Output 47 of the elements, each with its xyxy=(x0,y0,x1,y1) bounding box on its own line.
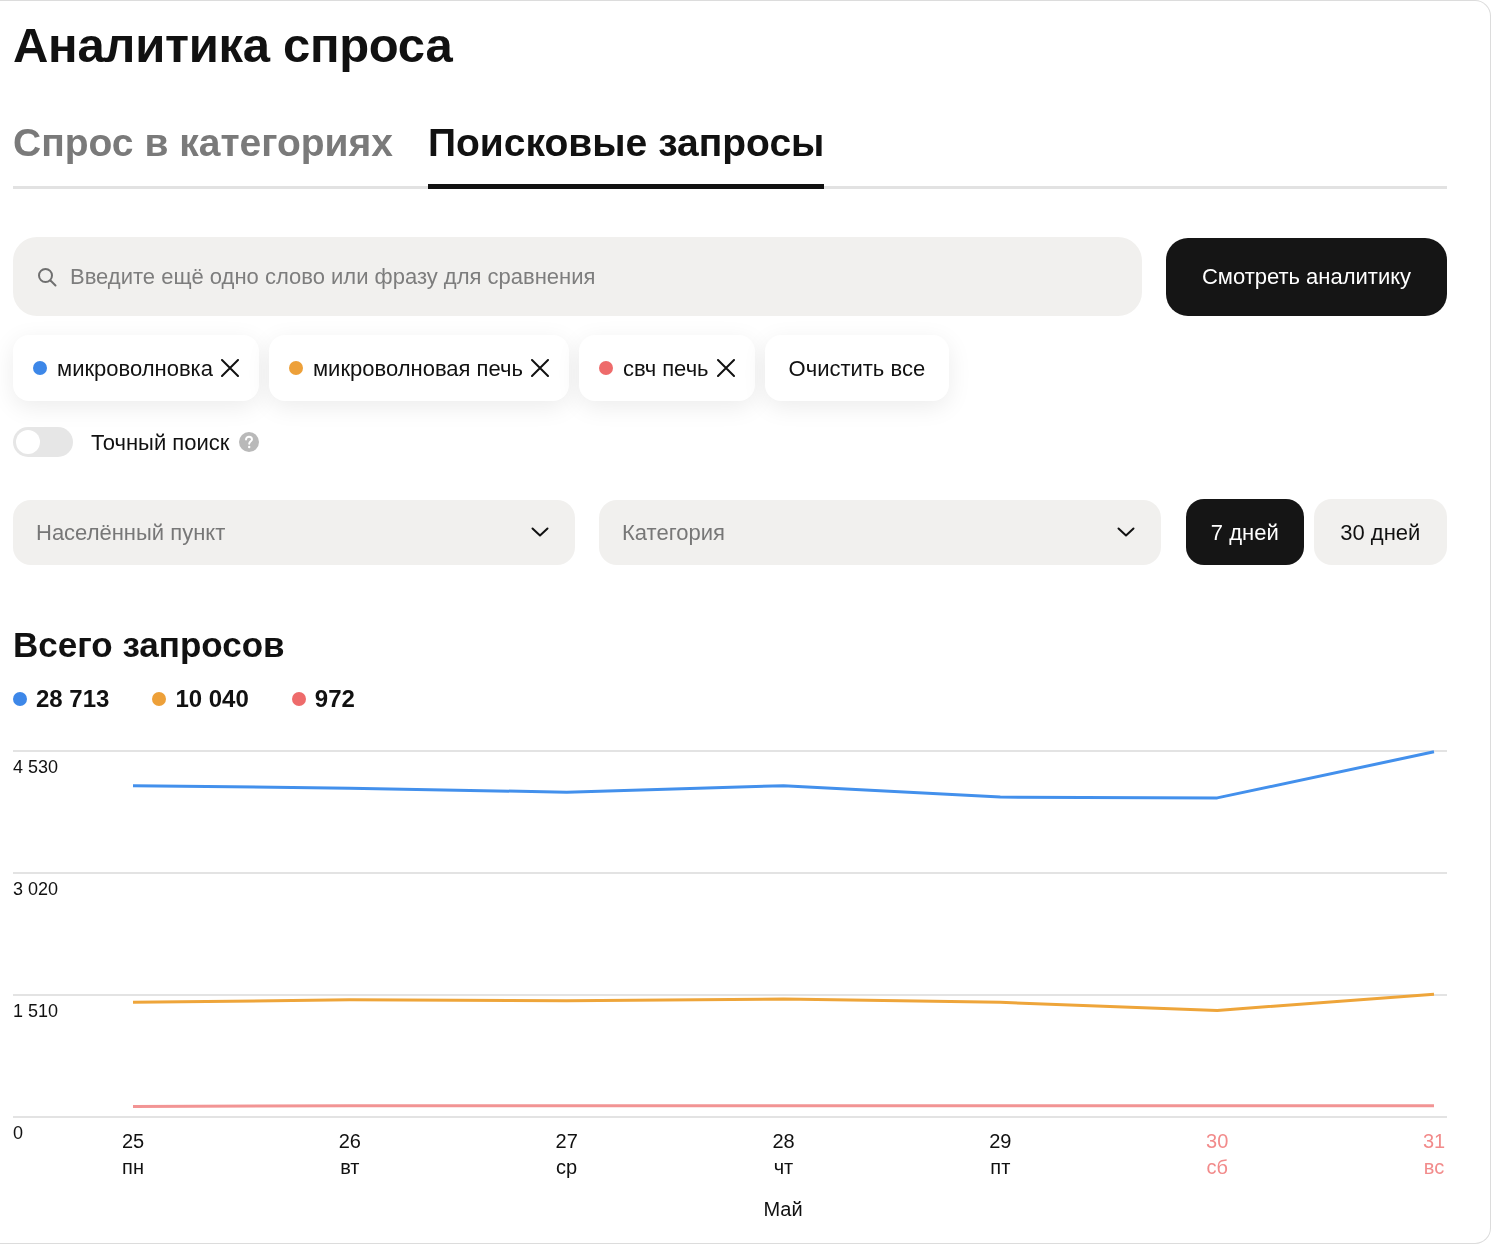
search-icon xyxy=(37,267,57,287)
month-label: Май xyxy=(763,1198,803,1220)
y-tick-label: 4 530 xyxy=(13,757,59,777)
period-button[interactable]: 30 дней xyxy=(1313,499,1447,565)
weekday-label: чт xyxy=(773,1156,794,1178)
close-icon xyxy=(530,359,549,377)
query-text: свч печь xyxy=(622,354,709,383)
x-date-label: 25 xyxy=(121,1130,145,1152)
period-button[interactable]: 7 дней xyxy=(1186,499,1304,565)
chevron-down-icon xyxy=(1117,527,1135,537)
total-count: 28 713 xyxy=(36,684,110,714)
x-date-label: 28 xyxy=(772,1130,795,1152)
clear-all-button[interactable]: Очистить все xyxy=(764,335,950,401)
search-field[interactable]: Введите ещё одно слово или фразу для сравнения xyxy=(13,237,1142,316)
page-title: Аналитика спроса xyxy=(13,17,454,74)
y-tick-label: 3 020 xyxy=(13,879,59,899)
tab[interactable]: Поисковые запросы xyxy=(428,119,825,189)
y-tick-label: 0 xyxy=(13,1123,23,1143)
query-text: микроволновая печь xyxy=(312,354,523,383)
tab[interactable]: Спрос в категориях xyxy=(13,119,393,189)
x-date-label: 30 xyxy=(1206,1130,1229,1152)
weekday-label: пт xyxy=(990,1156,1011,1178)
x-date-label: 31 xyxy=(1422,1130,1446,1152)
weekday-label: вт xyxy=(340,1156,360,1178)
remove-button[interactable] xyxy=(716,359,735,377)
close-icon xyxy=(220,359,239,377)
weekday-label: пн xyxy=(122,1156,144,1178)
remove-button[interactable] xyxy=(220,359,239,377)
view-analytics-button[interactable]: Смотреть аналитику xyxy=(1166,237,1447,316)
x-date-label: 27 xyxy=(555,1130,578,1152)
total-count: 972 xyxy=(314,684,355,714)
x-date-label: 29 xyxy=(989,1130,1012,1152)
exact-search-toggle[interactable] xyxy=(13,427,73,457)
toggle-label: Точный поиск xyxy=(91,428,230,457)
weekday-label: сб xyxy=(1206,1156,1228,1178)
weekday-label: вс xyxy=(1423,1156,1445,1178)
category-dropdown[interactable]: Категория xyxy=(599,499,1161,565)
y-tick-label: 1 510 xyxy=(13,1001,59,1021)
query-text: микроволновка xyxy=(57,354,213,383)
chevron-down-icon xyxy=(531,527,549,537)
weekday-label: ср xyxy=(556,1156,578,1178)
total-count: 10 040 xyxy=(175,684,249,714)
section-title: Всего запросов xyxy=(13,624,286,666)
remove-button[interactable] xyxy=(530,359,549,377)
city-dropdown[interactable]: Населённый пункт xyxy=(13,499,575,565)
x-date-label: 26 xyxy=(338,1130,361,1152)
close-icon xyxy=(716,359,735,377)
